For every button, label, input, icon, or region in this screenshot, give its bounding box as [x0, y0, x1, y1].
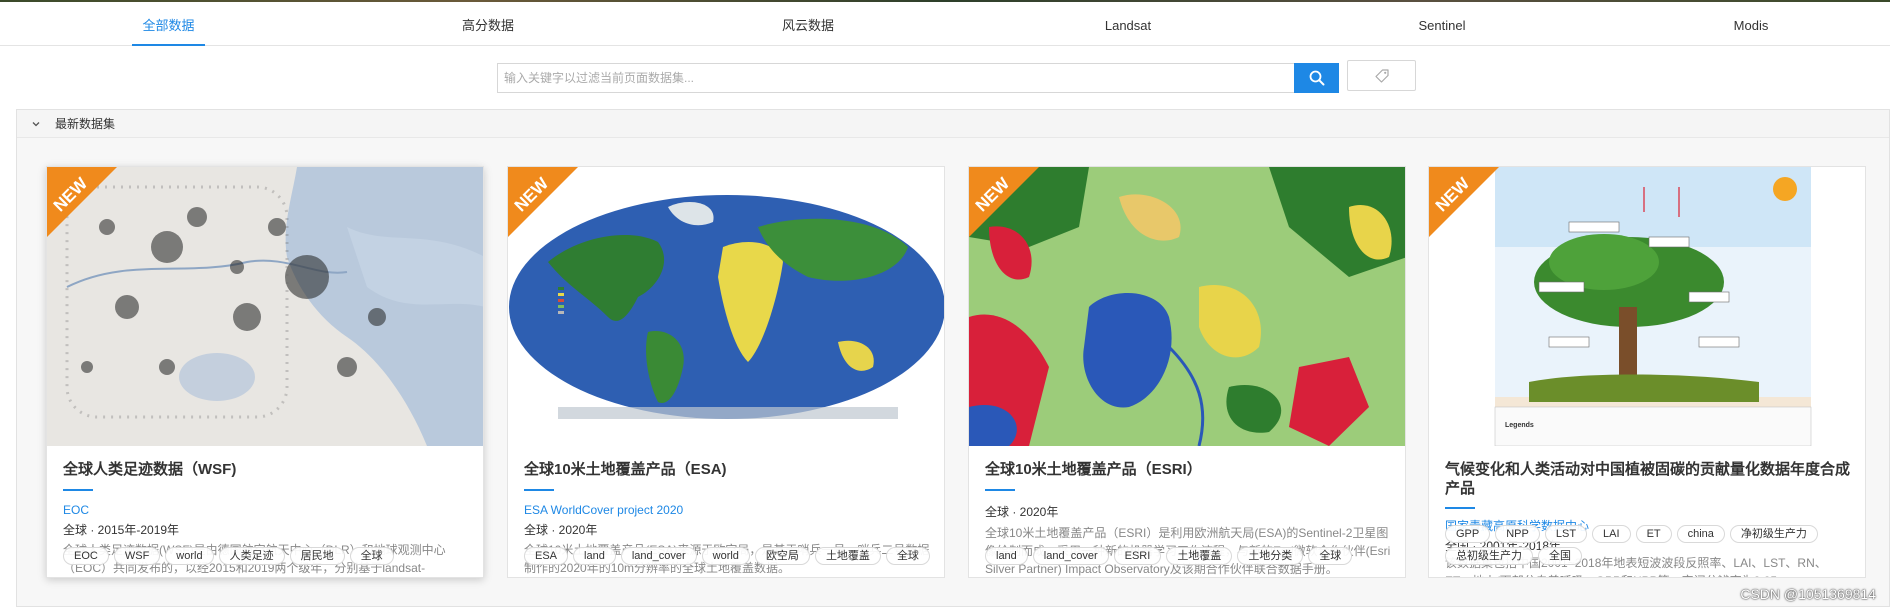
svg-text:Legends: Legends — [1505, 422, 1534, 429]
title-underline — [63, 489, 93, 491]
new-badge: NEW — [1429, 167, 1499, 237]
new-badge: NEW — [47, 167, 117, 237]
dataset-card-esa[interactable]: NEW 全球10米土地覆盖产品（ESA) ESA WorldCover proj… — [507, 166, 945, 578]
tag-chip[interactable]: 全国 — [1538, 547, 1582, 565]
card-title[interactable]: 全球10米土地覆盖产品（ESA) — [524, 460, 930, 479]
tag-chip[interactable]: 全球 — [885, 547, 930, 565]
card-org-link[interactable]: EOC — [63, 503, 89, 517]
tag-chip[interactable]: ET — [1635, 525, 1672, 543]
title-underline — [1445, 507, 1475, 509]
tag-chip[interactable]: 净初级生产力 — [1729, 525, 1818, 543]
tag-list: ESA land land_cover world 欧空局 土地覆盖 全球 — [524, 547, 934, 565]
tag-list: EOC WSF world 人类足迹 居民地 全球 — [63, 547, 473, 565]
section-header[interactable]: 最新数据集 — [17, 110, 1889, 138]
title-underline — [524, 489, 554, 491]
tag-chip[interactable]: land — [573, 547, 616, 565]
card-title[interactable]: 全球人类足迹数据（WSF) — [63, 460, 469, 479]
tag-chip[interactable]: NPP — [1495, 525, 1540, 543]
tag-list: GPP NPP LST LAI ET china 净初级生产力 总初级生产力 全… — [1445, 525, 1855, 565]
card-scope: 全球 · 2020年 — [524, 523, 598, 537]
title-underline — [985, 489, 1015, 491]
tag-chip[interactable]: 全球 — [1308, 547, 1353, 565]
tab-fengyun[interactable]: 风云数据 — [768, 2, 848, 46]
tag-filter-button[interactable] — [1347, 60, 1416, 91]
tab-landsat[interactable]: Landsat — [1088, 2, 1168, 46]
tag-chip[interactable]: ESA — [524, 547, 569, 565]
chevron-down-icon[interactable] — [31, 119, 41, 129]
tag-icon — [1374, 68, 1389, 83]
card-org-link[interactable]: ESA WorldCover project 2020 — [524, 503, 683, 517]
tag-chip[interactable]: world — [165, 547, 214, 565]
dataset-card-wsf[interactable]: NEW 全球人类足迹数据（WSF) EOC 全球 · 2015年-2019年 全… — [46, 166, 484, 578]
tag-chip[interactable]: land_cover — [1032, 547, 1109, 565]
tag-list: land land_cover ESRI 土地覆盖 土地分类 全球 — [985, 547, 1395, 565]
tag-chip[interactable]: EOC — [63, 547, 109, 565]
tag-chip[interactable]: 全球 — [349, 547, 394, 565]
tag-chip[interactable]: 人类足迹 — [218, 547, 285, 565]
tag-chip[interactable]: 土地覆盖 — [1166, 547, 1233, 565]
tab-all-data[interactable]: 全部数据 — [132, 2, 205, 46]
card-scope: 全球 · 2015年-2019年 — [63, 523, 180, 537]
tab-modis[interactable]: Modis — [1711, 2, 1791, 46]
tag-chip[interactable]: WSF — [113, 547, 161, 565]
card-title[interactable]: 气候变化和人类活动对中国植被固碳的贡献量化数据年度合成产品 — [1445, 460, 1851, 498]
tag-chip[interactable]: world — [701, 547, 750, 565]
watermark: CSDN @1051369814 — [1740, 586, 1876, 602]
tag-chip[interactable]: land_cover — [620, 547, 697, 565]
search-icon — [1309, 70, 1324, 86]
tag-chip[interactable]: ESRI — [1113, 547, 1162, 565]
card-scope: 全球 · 2020年 — [985, 505, 1059, 519]
tag-chip[interactable]: land — [985, 547, 1028, 565]
dataset-card-climate[interactable]: Legends NEW 气候变化和人类活动对中国植被固碳的贡献量化数据年度合成产… — [1428, 166, 1866, 578]
tag-chip[interactable]: 居民地 — [289, 547, 345, 565]
tag-chip[interactable]: 土地分类 — [1237, 547, 1304, 565]
category-tabs: 全部数据 高分数据 风云数据 Landsat Sentinel Modis — [0, 2, 1890, 46]
card-title[interactable]: 全球10米土地覆盖产品（ESRI） — [985, 460, 1391, 479]
search-button[interactable] — [1294, 63, 1339, 93]
new-badge: NEW — [969, 167, 1039, 237]
dataset-card-esri[interactable]: NEW 全球10米土地覆盖产品（ESRI） 全球 · 2020年 全球10米土地… — [968, 166, 1406, 578]
tag-chip[interactable]: china — [1676, 525, 1725, 543]
search-bar — [0, 46, 1890, 109]
tag-chip[interactable]: LST — [1544, 525, 1588, 543]
search-input[interactable] — [497, 63, 1294, 93]
tag-chip[interactable]: GPP — [1445, 525, 1491, 543]
tag-chip[interactable]: 欧空局 — [754, 547, 810, 565]
tab-gaofen[interactable]: 高分数据 — [448, 2, 528, 46]
tag-chip[interactable]: 土地覆盖 — [814, 547, 881, 565]
tag-chip[interactable]: LAI — [1592, 525, 1631, 543]
tag-chip[interactable]: 总初级生产力 — [1445, 547, 1533, 565]
section-title: 最新数据集 — [55, 117, 116, 131]
new-badge: NEW — [508, 167, 578, 237]
tab-sentinel[interactable]: Sentinel — [1402, 2, 1482, 46]
